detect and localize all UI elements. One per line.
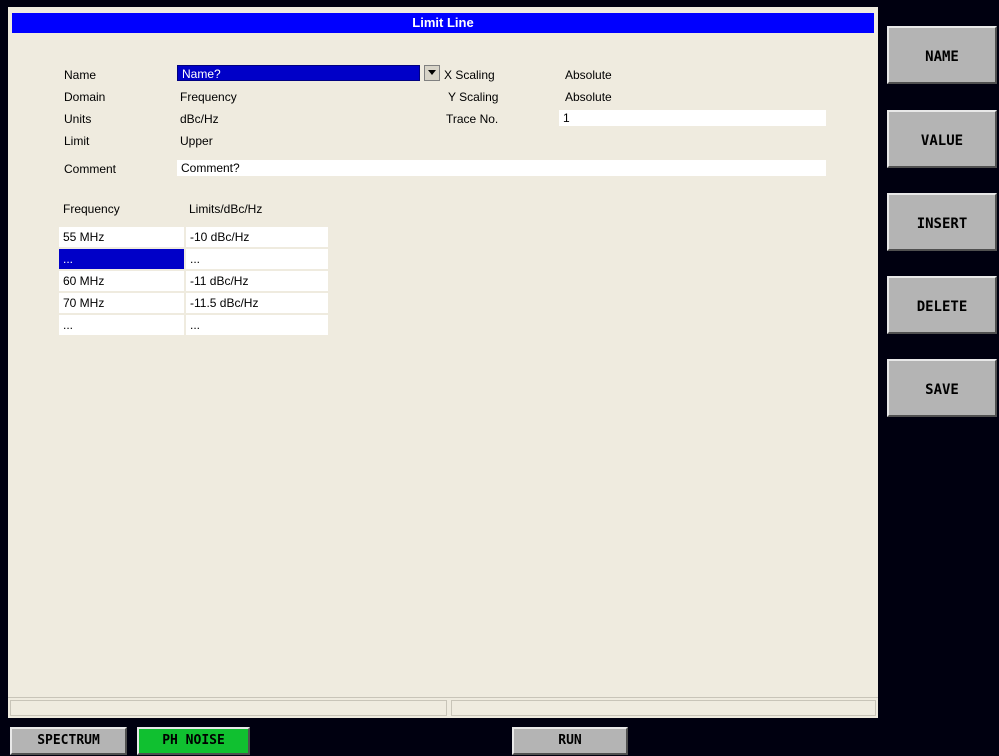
instrument-screen: Limit Line Name Domain Units Limit Comme… — [0, 0, 999, 756]
softkey-insert[interactable]: INSERT — [887, 193, 997, 251]
limits-column-header: Limits/dBc/Hz — [189, 202, 263, 216]
status-bar — [8, 697, 878, 718]
table-cell-limit[interactable]: -11 dBc/Hz — [186, 271, 328, 291]
table-cell-frequency[interactable]: ... — [59, 315, 184, 335]
table-cell-limit[interactable]: ... — [186, 315, 328, 335]
name-dropdown-button[interactable] — [424, 65, 440, 81]
comment-field[interactable]: Comment? — [177, 160, 826, 176]
softkey-delete[interactable]: DELETE — [887, 276, 997, 334]
table-cell-limit[interactable]: -11.5 dBc/Hz — [186, 293, 328, 313]
dialog-title: Limit Line — [12, 13, 874, 33]
status-field-left — [10, 700, 447, 716]
frequency-column-header: Frequency — [63, 202, 120, 216]
x-scaling-label: X Scaling — [444, 68, 495, 82]
comment-label: Comment — [64, 162, 117, 176]
table-cell-frequency[interactable]: 55 MHz — [59, 227, 184, 247]
trace-no-field[interactable]: 1 — [559, 110, 826, 126]
y-scaling-value[interactable]: Absolute — [565, 89, 612, 105]
limit-label: Limit — [64, 134, 90, 148]
limit-value[interactable]: Upper — [180, 133, 213, 149]
y-scaling-label: Y Scaling — [448, 90, 499, 104]
hotkey-run[interactable]: RUN — [512, 727, 628, 755]
units-label: Units — [64, 112, 92, 126]
domain-value[interactable]: Frequency — [180, 89, 237, 105]
status-field-right — [451, 700, 876, 716]
domain-label: Domain — [64, 90, 106, 104]
hotkey-spectrum[interactable]: SPECTRUM — [10, 727, 127, 755]
table-cell-frequency-selected[interactable]: ... — [59, 249, 184, 269]
table-cell-frequency[interactable]: 60 MHz — [59, 271, 184, 291]
name-field[interactable]: Name? — [177, 65, 420, 81]
softkey-value[interactable]: VALUE — [887, 110, 997, 168]
softkey-name[interactable]: NAME — [887, 26, 997, 84]
limit-line-dialog: Limit Line Name Domain Units Limit Comme… — [8, 7, 878, 718]
chevron-down-icon — [428, 70, 436, 75]
table-cell-limit[interactable]: ... — [186, 249, 328, 269]
table-cell-limit[interactable]: -10 dBc/Hz — [186, 227, 328, 247]
softkey-save[interactable]: SAVE — [887, 359, 997, 417]
name-label: Name — [64, 68, 97, 82]
x-scaling-value[interactable]: Absolute — [565, 67, 612, 83]
units-value[interactable]: dBc/Hz — [180, 111, 219, 127]
table-cell-frequency[interactable]: 70 MHz — [59, 293, 184, 313]
hotkey-ph-noise[interactable]: PH NOISE — [137, 727, 250, 755]
trace-no-label: Trace No. — [446, 112, 499, 126]
